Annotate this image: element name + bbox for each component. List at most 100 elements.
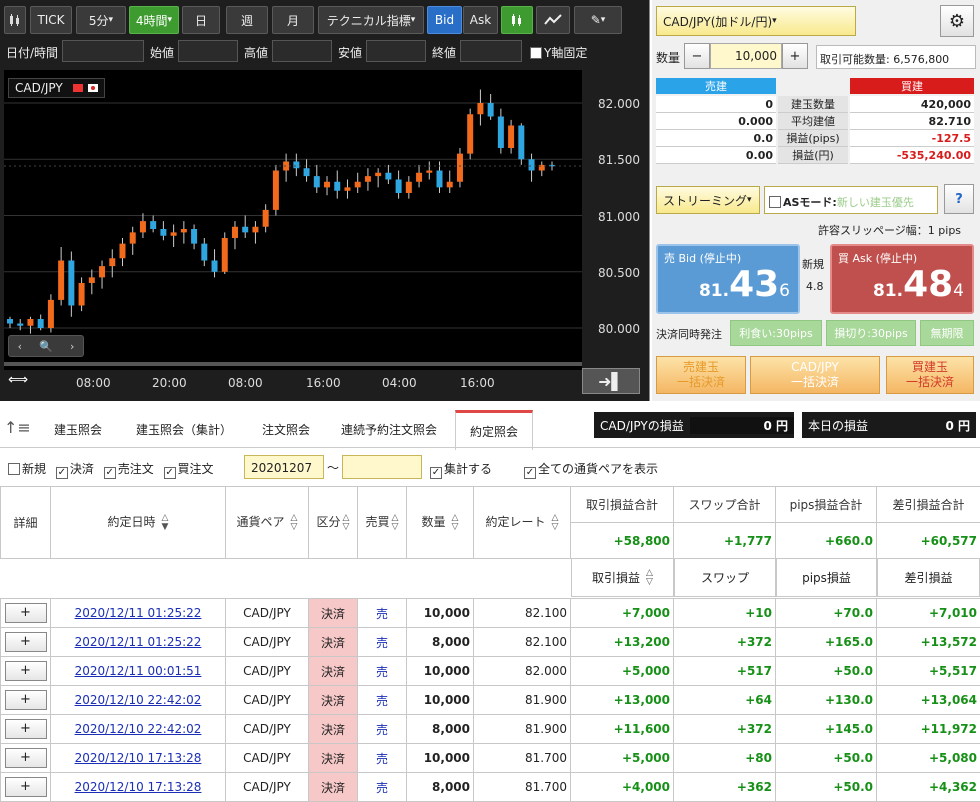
qty-input[interactable]: 10,000 [710,43,782,69]
cell-rate: 81.700 [474,773,571,802]
day-button[interactable]: 日 [182,6,220,34]
expand-button[interactable]: + [5,719,47,739]
bulk-close-pair-button[interactable]: CAD/JPY一括決済 [750,356,880,394]
m5-dropdown[interactable]: 5分 [76,6,126,34]
sort-icon[interactable]: △▼ [162,514,169,532]
next-icon[interactable]: › [70,340,74,353]
aggregate-toggle[interactable]: ✓集計する [430,460,492,479]
chart-area[interactable]: CAD/JPY ‹🔍› [4,70,582,370]
h4-dropdown[interactable]: 4時間 [129,6,179,34]
close-label: 終値 [432,44,456,61]
streaming-select[interactable]: ストリーミング [656,186,760,214]
zoom-icon[interactable]: 🔍 [39,340,53,353]
tab-executions[interactable]: 約定照会 [455,410,533,450]
candle-body [304,168,310,176]
pair-select[interactable]: CAD/JPY(加ドル/円) [656,6,856,36]
week-button[interactable]: 週 [226,6,268,34]
drawing-tool-icon[interactable]: ✎ [574,6,622,34]
tab-continuous-orders[interactable]: 連続予約注文照会 [330,410,448,448]
aggregate-check[interactable]: ✓ [430,467,442,479]
candle-type-icon[interactable] [501,6,533,34]
prev-icon[interactable]: ‹ [18,340,22,353]
th-rate[interactable]: 約定レート△▽ [474,487,571,559]
bid-button[interactable]: Bid [427,6,462,34]
cell-dt[interactable]: 2020/12/11 01:25:22 [51,628,226,657]
as-mode-check[interactable] [769,196,781,208]
th-datetime[interactable]: 約定日時 △▼ [51,487,226,559]
bid-button[interactable]: 売 Bid (停止中) 81.436 [656,244,800,314]
tab-positions[interactable]: 建玉照会 [38,410,118,448]
date-to-input[interactable] [342,455,422,479]
date-from-input[interactable]: 20201207 [244,455,324,479]
sort-icon[interactable]: △▽ [291,514,298,532]
take-profit-button[interactable]: 利食い:30pips [730,320,822,346]
candle-body [385,173,391,180]
ask-button[interactable]: 買 Ask (停止中) 81.484 [830,244,974,314]
candle-body [17,324,23,326]
filter-settle[interactable]: ✓決済 [56,462,94,476]
expand-button[interactable]: + [5,603,47,623]
candlestick-icon[interactable] [4,6,26,34]
filter-settle-check[interactable]: ✓ [56,467,68,479]
filter-sell[interactable]: ✓売注文 [104,462,154,476]
th-pair[interactable]: 通貨ペア△▽ [226,487,309,559]
line-chart-icon[interactable] [536,6,570,34]
help-icon[interactable]: ? [944,184,974,214]
cell-dt[interactable]: 2020/12/10 17:13:28 [51,744,226,773]
cell-dt[interactable]: 2020/12/10 22:42:02 [51,686,226,715]
filter-buy[interactable]: ✓買注文 [164,462,214,476]
month-button[interactable]: 月 [272,6,314,34]
technical-dropdown[interactable]: テクニカル指標 [318,6,424,34]
th-side[interactable]: 売買△▽ [358,487,407,559]
th-qty[interactable]: 数量△▽ [407,487,474,559]
th-datetime-label: 約定日時 [108,515,156,529]
sort-icon[interactable]: △▽ [343,514,350,532]
cell-dt[interactable]: 2020/12/10 17:13:28 [51,773,226,802]
stop-loss-button[interactable]: 損切り:30pips [826,320,916,346]
ask-button[interactable]: Ask [463,6,498,34]
tab-orders[interactable]: 注文照会 [250,410,322,448]
qty-plus-button[interactable]: + [782,43,808,69]
cell-dt[interactable]: 2020/12/10 22:42:02 [51,715,226,744]
jump-latest-icon[interactable]: ➜▌ [582,368,640,394]
chart-scrollbar[interactable] [4,362,582,366]
x-tick: 08:00 [228,376,263,390]
filter-sell-check[interactable]: ✓ [104,467,116,479]
all-pairs-toggle[interactable]: ✓全ての通貨ペアを表示 [524,460,658,479]
bulk-sell-line1: 売建玉 [657,360,745,375]
as-mode-toggle[interactable]: ASモード:新しい建玉優先 [764,186,938,214]
expand-button[interactable]: + [5,748,47,768]
cell-dt[interactable]: 2020/12/11 01:25:22 [51,599,226,628]
filter-new-check[interactable] [8,463,20,475]
all-pairs-check[interactable]: ✓ [524,467,536,479]
filter-new-label: 新規 [22,462,46,476]
expand-button[interactable]: + [5,777,47,797]
qty-minus-button[interactable]: − [684,43,710,69]
yfix-checkbox[interactable]: Y軸固定 [530,44,587,61]
cell-dt[interactable]: 2020/12/11 00:01:51 [51,657,226,686]
expiry-button[interactable]: 無期限 [920,320,974,346]
tab-positions-summary[interactable]: 建玉照会（集計） [124,410,244,448]
filter-new[interactable]: 新規 [8,462,46,476]
expand-button[interactable]: + [5,690,47,710]
ask-price-small: 4 [953,281,964,301]
cell-pips: +50.0 [776,773,877,802]
sort-icon[interactable]: △▽ [552,514,559,532]
tick-button[interactable]: TICK [30,6,72,34]
bulk-close-sell-button[interactable]: 売建玉一括決済 [656,356,746,394]
yfix-check[interactable] [530,47,542,59]
th-kubun[interactable]: 区分△▽ [309,487,358,559]
sort-icon[interactable]: △▽ [452,514,459,532]
th-pl[interactable]: 取引損益△▽ [571,558,674,597]
candle [130,227,136,255]
sort-icon[interactable]: △▽ [392,514,399,532]
settings-gear-icon[interactable]: ⚙ [940,5,974,37]
expand-button[interactable]: + [5,661,47,681]
sort-icon[interactable]: △▽ [646,569,653,587]
range-handle-icon[interactable]: ⟺ [8,372,28,388]
collapse-icon[interactable]: ↑≡ [4,418,31,437]
bulk-close-buy-button[interactable]: 買建玉一括決済 [886,356,974,394]
candle-body [212,261,218,272]
filter-buy-check[interactable]: ✓ [164,467,176,479]
expand-button[interactable]: + [5,632,47,652]
